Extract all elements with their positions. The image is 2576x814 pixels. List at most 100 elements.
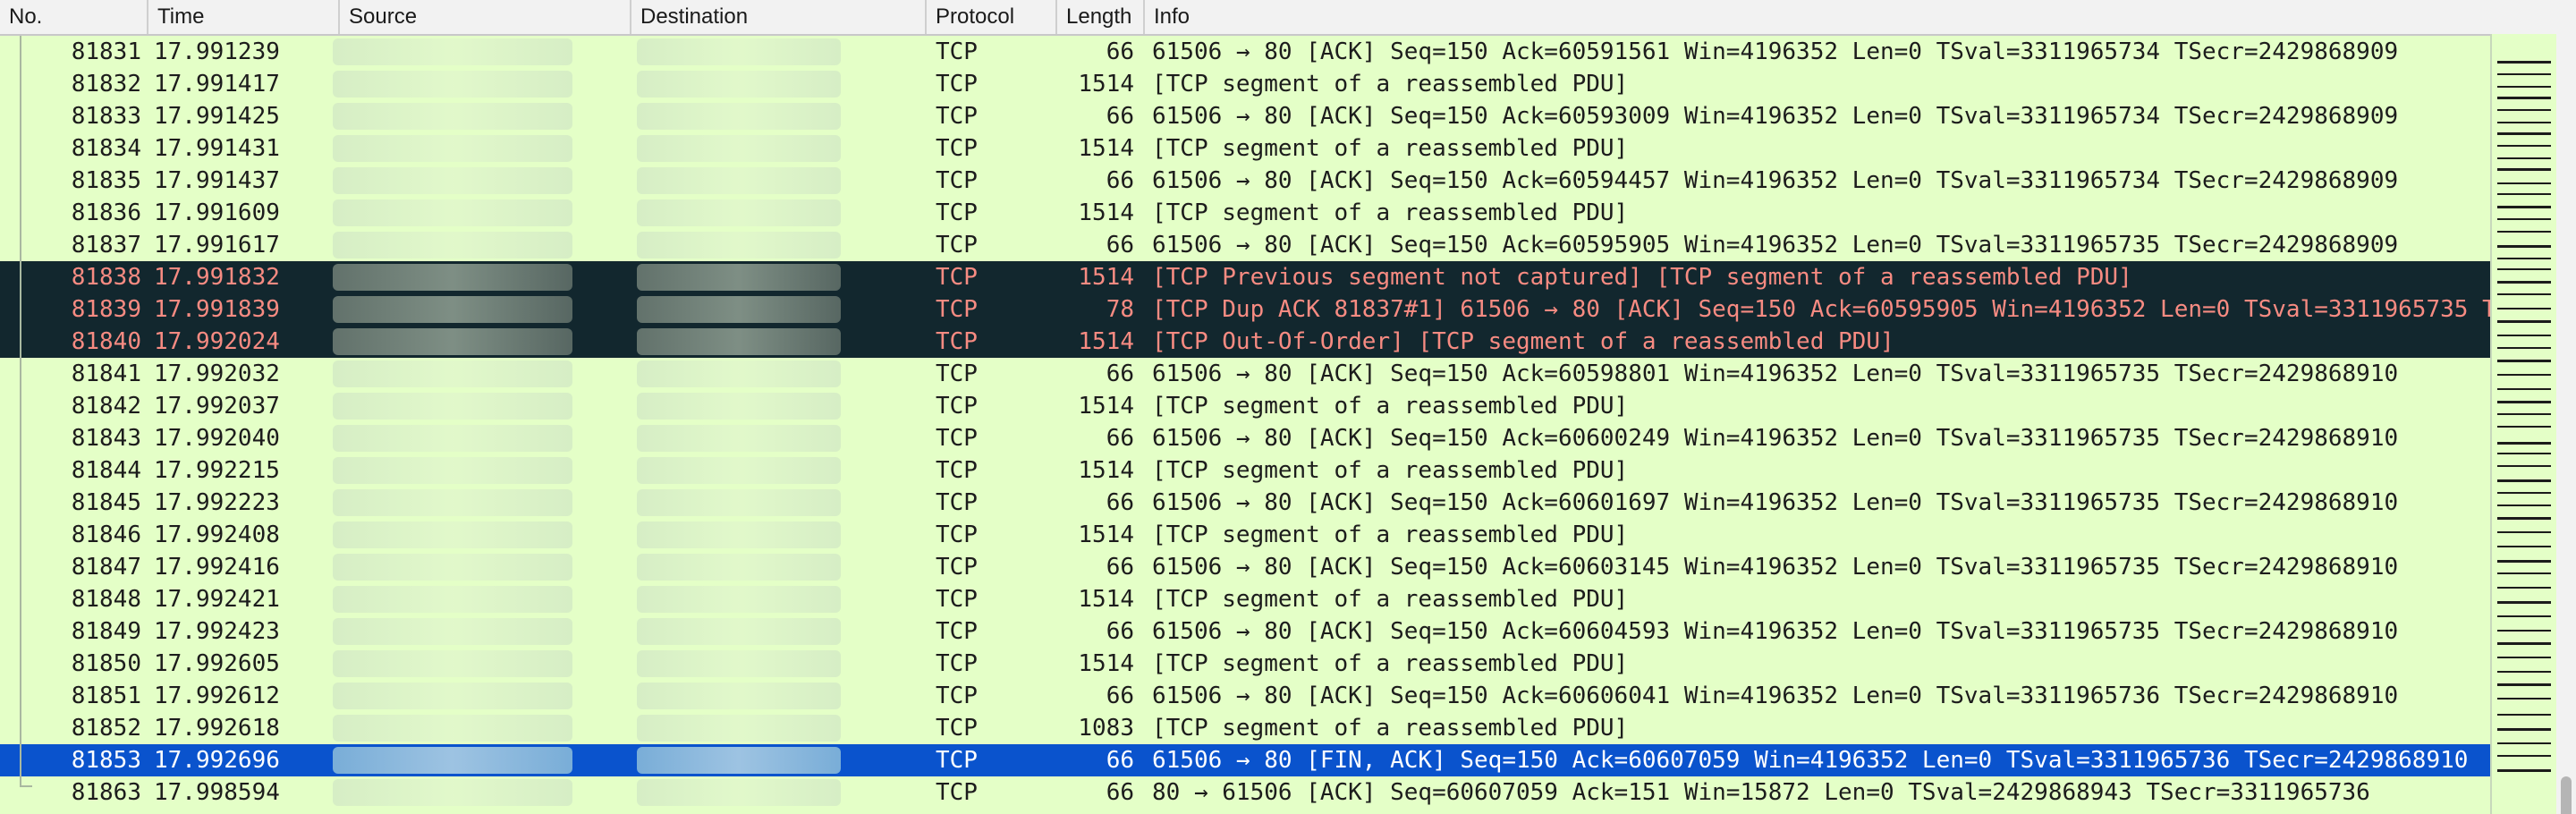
packet-protocol: TCP [936, 457, 978, 484]
packet-row[interactable]: 81835 17.991437 TCP 66 61506 → 80 [ACK] Seq=… [0, 165, 2490, 197]
conversation-tree-end [20, 785, 32, 787]
packet-row[interactable]: 81834 17.991431 TCP 1514 [TCP segment of a r… [0, 132, 2490, 165]
packet-length: 66 [1106, 360, 1134, 387]
source-address-redacted [333, 296, 572, 323]
packet-info: [TCP Out-Of-Order] [TCP segment of a rea… [1152, 328, 1894, 355]
packet-length: 66 [1106, 779, 1134, 806]
packet-row[interactable]: 81851 17.992612 TCP 66 61506 → 80 [ACK] Seq=… [0, 680, 2490, 712]
destination-address-redacted [637, 135, 841, 162]
minimap-mark [2497, 360, 2551, 362]
source-address-redacted [333, 554, 572, 581]
minimap-mark [2497, 671, 2551, 673]
packet-row[interactable]: 81863 17.998594 TCP 66 80 → 61506 [ACK] Seq=… [0, 776, 2490, 809]
source-address-redacted [333, 393, 572, 420]
destination-address-redacted [637, 167, 841, 194]
packet-row[interactable]: 81844 17.992215 TCP 1514 [TCP segment of a r… [0, 454, 2490, 487]
minimap-mark [2497, 109, 2551, 111]
column-header-source[interactable]: Source [340, 0, 631, 34]
source-address-redacted [333, 167, 572, 194]
packet-protocol: TCP [936, 683, 978, 709]
packet-list-header: No. Time Source Destination Protocol Len… [0, 0, 2576, 36]
destination-address-redacted [637, 264, 841, 291]
packet-list-window: No. Time Source Destination Protocol Len… [0, 0, 2576, 814]
packet-info: [TCP segment of a reassembled PDU] [1152, 199, 1629, 226]
packet-info: [TCP segment of a reassembled PDU] [1152, 715, 1629, 742]
packet-protocol: TCP [936, 650, 978, 677]
packet-row[interactable]: 81843 17.992040 TCP 66 61506 → 80 [ACK] Seq=… [0, 422, 2490, 454]
packet-row[interactable]: 81847 17.992416 TCP 66 61506 → 80 [ACK] Seq=… [0, 551, 2490, 583]
vertical-scrollbar[interactable] [2556, 34, 2576, 814]
packet-row[interactable]: 81836 17.991609 TCP 1514 [TCP segment of a r… [0, 197, 2490, 229]
minimap-mark [2497, 479, 2551, 482]
packet-time: 17.992024 [154, 328, 280, 355]
packet-time: 17.992423 [154, 618, 280, 645]
packet-row[interactable]: 81845 17.992223 TCP 66 61506 → 80 [ACK] Seq=… [0, 487, 2490, 519]
source-address-redacted [333, 328, 572, 355]
conversation-tree-line [20, 36, 21, 787]
minimap-mark [2497, 426, 2551, 428]
packet-info: 61506 → 80 [ACK] Seq=150 Ack=60600249 Wi… [1152, 425, 2399, 452]
minimap-mark [2497, 308, 2551, 309]
packet-length: 1514 [1078, 586, 1134, 613]
source-address-redacted [333, 521, 572, 548]
packet-length: 66 [1106, 747, 1134, 774]
packet-row[interactable]: 81832 17.991417 TCP 1514 [TCP segment of a r… [0, 68, 2490, 100]
packet-length: 1514 [1078, 264, 1134, 291]
packet-row[interactable]: 81850 17.992605 TCP 1514 [TCP segment of a r… [0, 648, 2490, 680]
packet-row[interactable]: 81852 17.992618 TCP 1083 [TCP segment of a r… [0, 712, 2490, 744]
packet-row[interactable]: 81841 17.992032 TCP 66 61506 → 80 [ACK] Seq=… [0, 358, 2490, 390]
column-header-length[interactable]: Length [1057, 0, 1145, 34]
destination-address-redacted [637, 425, 841, 452]
packet-time: 17.998594 [154, 779, 280, 806]
packet-length: 66 [1106, 554, 1134, 581]
minimap-mark [2497, 657, 2551, 658]
minimap-mark [2497, 347, 2551, 349]
packet-length: 1514 [1078, 650, 1134, 677]
minimap-mark [2497, 531, 2551, 533]
packet-length: 66 [1106, 232, 1134, 259]
minimap-mark [2497, 61, 2551, 64]
packet-row[interactable]: 81849 17.992423 TCP 66 61506 → 80 [ACK] Seq=… [0, 615, 2490, 648]
column-header-protocol[interactable]: Protocol [927, 0, 1057, 34]
minimap-mark [2497, 122, 2551, 123]
minimap-mark [2497, 157, 2551, 159]
destination-address-redacted [637, 199, 841, 226]
minimap-mark [2497, 168, 2551, 171]
source-address-redacted [333, 779, 572, 806]
destination-address-redacted [637, 457, 841, 484]
packet-length: 66 [1106, 425, 1134, 452]
column-header-time[interactable]: Time [148, 0, 340, 34]
source-address-redacted [333, 683, 572, 709]
minimap-mark [2497, 268, 2551, 270]
packet-protocol: TCP [936, 554, 978, 581]
source-address-redacted [333, 586, 572, 613]
minimap-mark [2497, 374, 2551, 376]
minimap-mark [2497, 642, 2551, 645]
scrollbar-thumb[interactable] [2561, 776, 2572, 814]
packet-row[interactable]: 81833 17.991425 TCP 66 61506 → 80 [ACK] Seq=… [0, 100, 2490, 132]
packet-protocol: TCP [936, 489, 978, 516]
packet-row[interactable]: 81848 17.992421 TCP 1514 [TCP segment of a r… [0, 583, 2490, 615]
minimap-mark [2497, 401, 2551, 403]
packet-row[interactable]: 81846 17.992408 TCP 1514 [TCP segment of a r… [0, 519, 2490, 551]
packet-length: 66 [1106, 489, 1134, 516]
packet-row[interactable]: 81831 17.991239 TCP 66 61506 → 80 [ACK] Seq=… [0, 36, 2490, 68]
destination-address-redacted [637, 683, 841, 709]
minimap-mark [2497, 281, 2551, 284]
column-header-destination[interactable]: Destination [631, 0, 927, 34]
packet-row[interactable]: 81839 17.991839 TCP 78 [TCP Dup ACK 81837#1]… [0, 293, 2490, 326]
packet-row[interactable]: 81840 17.992024 TCP 1514 [TCP Out-Of-Order] … [0, 326, 2490, 358]
packet-time: 17.992696 [154, 747, 280, 774]
column-header-no[interactable]: No. [0, 0, 148, 34]
packet-row[interactable]: 81838 17.991832 TCP 1514 [TCP Previous segme… [0, 261, 2490, 293]
packet-row[interactable]: 81842 17.992037 TCP 1514 [TCP segment of a r… [0, 390, 2490, 422]
packet-row[interactable]: 81837 17.991617 TCP 66 61506 → 80 [ACK] Seq=… [0, 229, 2490, 261]
column-header-info[interactable]: Info [1145, 0, 2576, 34]
packet-protocol: TCP [936, 747, 978, 774]
packet-protocol: TCP [936, 360, 978, 387]
packet-protocol: TCP [936, 232, 978, 259]
minimap-mark [2497, 728, 2551, 731]
packet-row[interactable]: 81853 17.992696 TCP 66 61506 → 80 [FIN, ACK]… [0, 744, 2490, 776]
packet-info: 61506 → 80 [ACK] Seq=150 Ack=60606041 Wi… [1152, 683, 2399, 709]
packet-minimap[interactable] [2490, 34, 2556, 814]
